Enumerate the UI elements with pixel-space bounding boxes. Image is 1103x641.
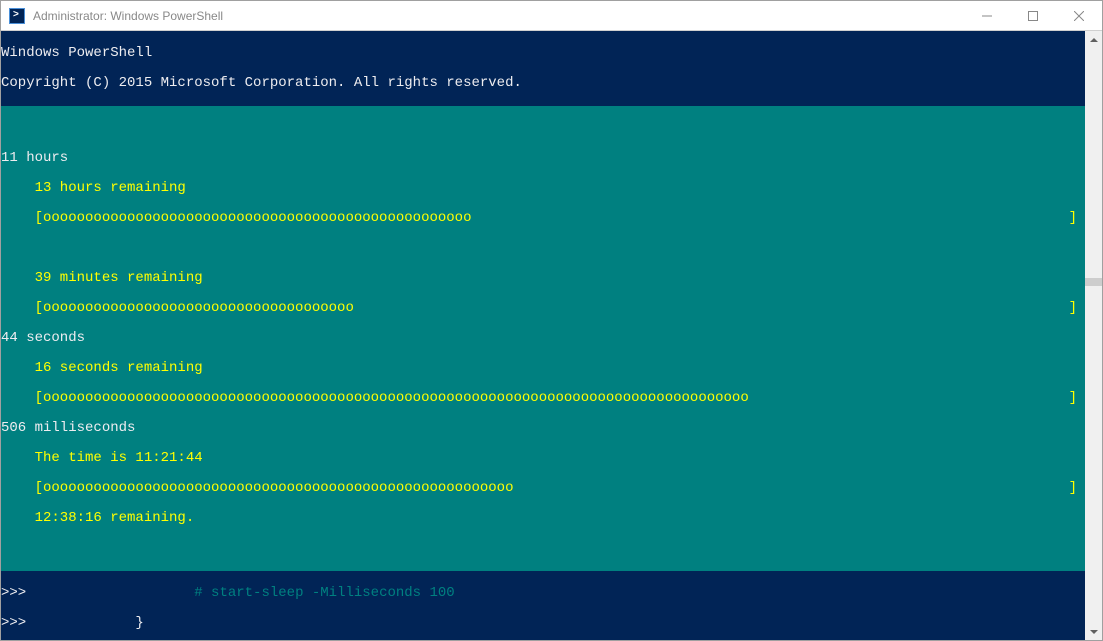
terminal-area: Windows PowerShell Copyright (C) 2015 Mi… <box>1 31 1102 640</box>
progress-bar: [ooooooooooooooooooooooooooooooooooooooo… <box>1 391 1085 406</box>
powershell-icon <box>9 8 25 24</box>
maximize-icon <box>1028 11 1038 21</box>
progress-block: 11 hours 13 hours remaining [ooooooooooo… <box>1 106 1085 571</box>
scroll-down-button[interactable] <box>1085 623 1102 640</box>
progress-bar: [ooooooooooooooooooooooooooooooooooooooo… <box>1 211 1085 226</box>
progress-status: The time is 11:21:44 <box>1 451 1085 466</box>
code-line: >>> } <box>1 616 1085 631</box>
vertical-scrollbar[interactable] <box>1085 31 1102 640</box>
chevron-up-icon <box>1090 38 1098 42</box>
close-icon <box>1074 11 1084 21</box>
minimize-button[interactable] <box>964 1 1010 30</box>
close-button[interactable] <box>1056 1 1102 30</box>
progress-bar: [ooooooooooooooooooooooooooooooooooooooo… <box>1 481 1085 496</box>
scrollbar-track[interactable] <box>1085 48 1102 623</box>
progress-title: 506 milliseconds <box>1 421 1085 436</box>
maximize-button[interactable] <box>1010 1 1056 30</box>
comment-text: # start-sleep -Milliseconds 100 <box>194 585 454 601</box>
copyright-line: Copyright (C) 2015 Microsoft Corporation… <box>1 76 1085 91</box>
blank-line <box>1 121 1085 136</box>
blank-line <box>1 241 1085 256</box>
progress-status: 39 minutes remaining <box>1 271 1085 286</box>
titlebar[interactable]: Administrator: Windows PowerShell <box>1 1 1102 31</box>
window-controls <box>964 1 1102 30</box>
progress-status: 13 hours remaining <box>1 181 1085 196</box>
minimize-icon <box>982 11 992 21</box>
blank-line <box>1 541 1085 556</box>
scrollbar-thumb[interactable] <box>1085 278 1102 286</box>
progress-title: 11 hours <box>1 151 1085 166</box>
progress-bar: [ooooooooooooooooooooooooooooooooooooo] <box>1 301 1085 316</box>
window-title: Administrator: Windows PowerShell <box>33 9 964 23</box>
progress-remaining: 12:38:16 remaining. <box>1 511 1085 526</box>
chevron-down-icon <box>1090 630 1098 634</box>
terminal[interactable]: Windows PowerShell Copyright (C) 2015 Mi… <box>1 31 1085 640</box>
progress-status: 16 seconds remaining <box>1 361 1085 376</box>
header-line: Windows PowerShell <box>1 46 1085 61</box>
code-line: >>> # start-sleep -Milliseconds 100 <box>1 586 1085 601</box>
progress-title: 44 seconds <box>1 331 1085 346</box>
powershell-window: Administrator: Windows PowerShell Window… <box>0 0 1103 641</box>
scroll-up-button[interactable] <box>1085 31 1102 48</box>
